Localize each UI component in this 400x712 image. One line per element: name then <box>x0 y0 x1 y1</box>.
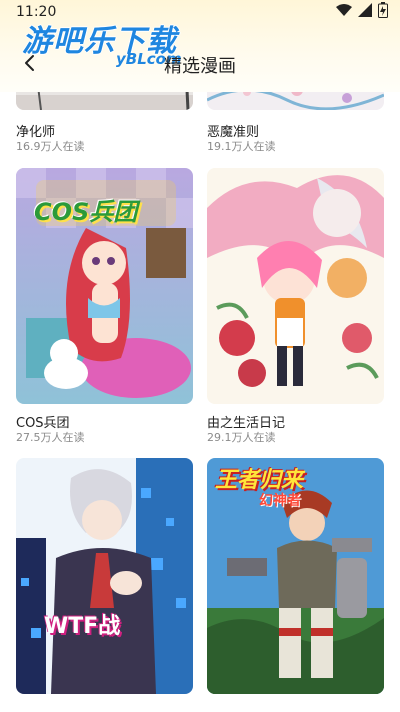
comic-cover-youzhi-riji[interactable] <box>207 168 384 404</box>
page-title: 精选漫画 <box>164 56 236 77</box>
comic-readers: 27.5万人在读 <box>16 431 85 444</box>
comic-grid: 净化师 16.9万人在读 恶魔准则 19.1万人在读 COS兵团 COS兵团 2… <box>0 0 400 712</box>
comic-cover-wangzhe-guilai[interactable]: 王者归来 幻神者 <box>207 458 384 694</box>
comic-cover-wtf-zhan[interactable]: WTF战 <box>16 458 193 694</box>
cover-text: COS兵团 <box>34 198 138 226</box>
battery-icon <box>378 2 388 22</box>
comic-readers: 29.1万人在读 <box>207 431 276 444</box>
comic-readers: 19.1万人在读 <box>207 140 276 153</box>
comic-readers: 16.9万人在读 <box>16 140 85 153</box>
cover-subtext: 幻神者 <box>259 493 301 509</box>
signal-icon <box>358 3 372 21</box>
app-header: 11:20 游吧乐下载 yBLcom 精选漫画 <box>0 0 400 92</box>
status-icons <box>336 2 388 22</box>
cover-text: WTF战 <box>44 614 121 639</box>
wifi-icon <box>336 3 352 21</box>
comic-cover-cos-bingtuan[interactable]: COS兵团 <box>16 168 193 404</box>
